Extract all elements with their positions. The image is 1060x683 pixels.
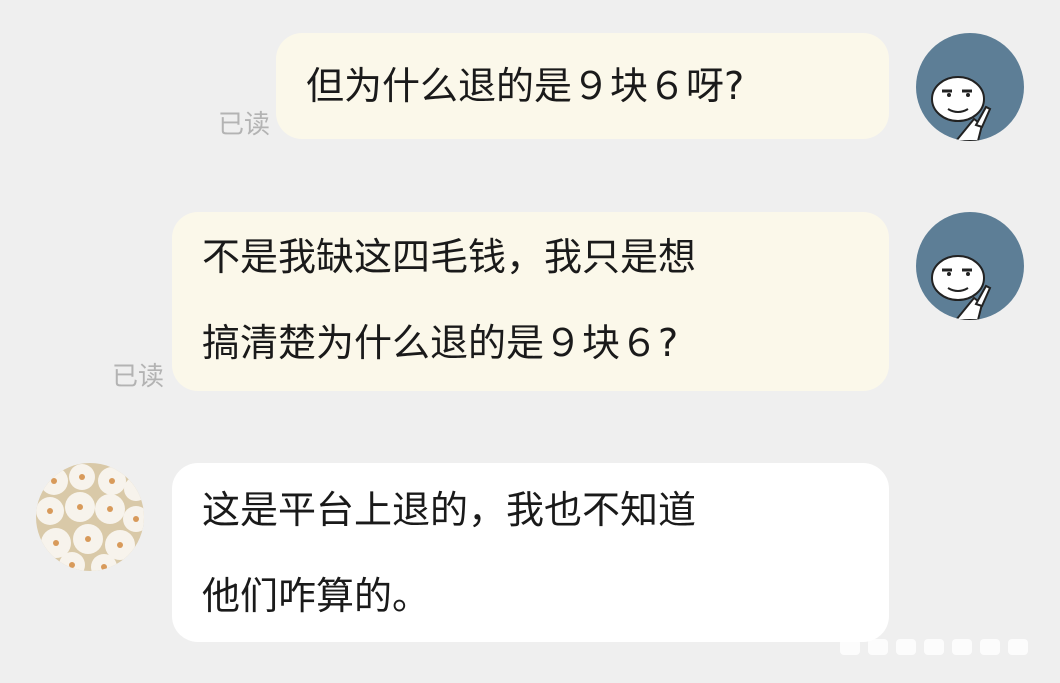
message-text-line: 他们咋算的。 xyxy=(202,574,431,618)
message-text-line: 这是平台上退的，我也不知道 xyxy=(202,488,697,532)
message-row-incoming-1: 这是平台上退的，我也不知道 他们咋算的。 xyxy=(0,0,1060,683)
chat-screen: { "messages": [ { "direction": "outgoing… xyxy=(0,0,1060,683)
watermark-icon xyxy=(840,635,1030,663)
message-bubble[interactable]: 这是平台上退的，我也不知道 他们咋算的。 xyxy=(172,463,889,642)
steamed-buns-avatar-icon[interactable] xyxy=(36,463,144,571)
